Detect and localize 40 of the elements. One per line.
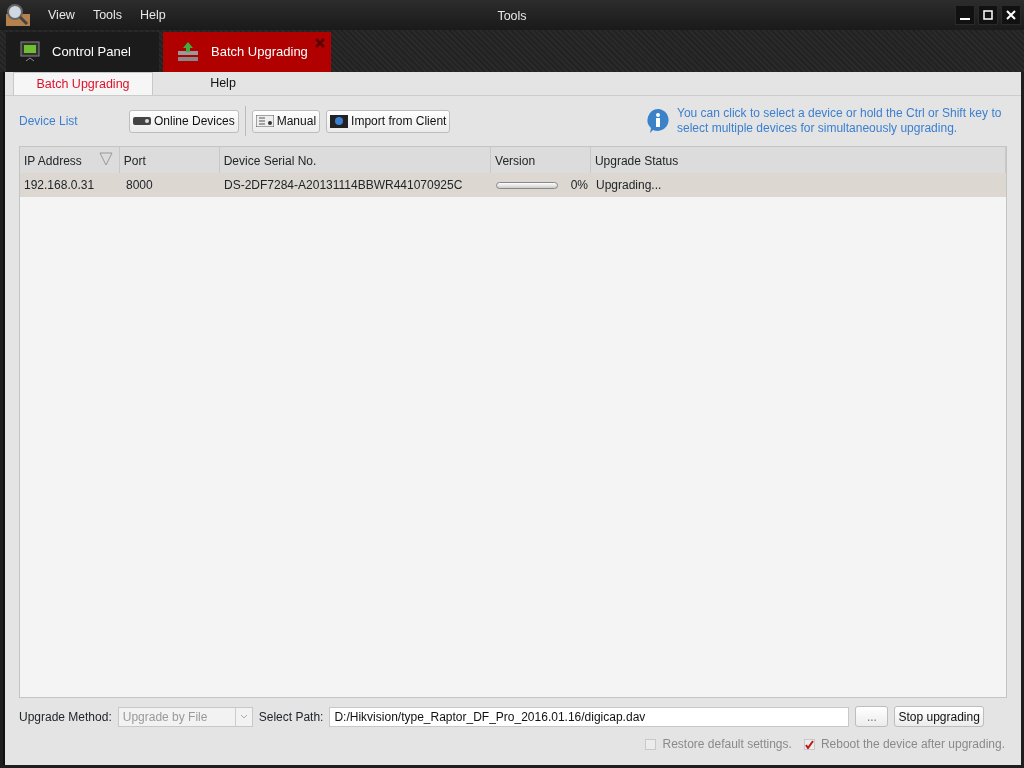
menu-item[interactable]: Tools (83, 5, 132, 25)
checkbox-label: Restore default settings. (662, 736, 792, 753)
app-tab[interactable]: Control Panel (6, 32, 159, 72)
path-field[interactable]: D:/Hikvision/type_Raptor_DF_Pro_2016.01.16/digicap.dav (329, 706, 850, 727)
device-form-icon (255, 115, 274, 127)
close-button[interactable] (1001, 5, 1021, 25)
maximize-icon (983, 10, 993, 20)
sub-tab[interactable]: Help (153, 72, 293, 95)
browse-button[interactable]: ... (855, 706, 889, 727)
app-tab[interactable]: Batch Upgrading (163, 32, 331, 72)
stop-upgrading-button[interactable]: Stop upgrading (894, 706, 984, 727)
chevron-icon (239, 714, 248, 721)
toolbar-button[interactable]: Online Devices (129, 109, 239, 133)
device-icon (133, 116, 151, 126)
info-icon (645, 108, 671, 134)
server-upload-icon (177, 41, 199, 63)
monitor-icon (20, 41, 40, 63)
maximize-button[interactable] (978, 5, 998, 25)
hint-text: You can click to select a device or hold the Ctrl or Shift key to select multiple devices for simultaneously upgrading. (677, 106, 1003, 136)
upgrade-method-label: Upgrade Method: (19, 708, 112, 726)
checkbox-label: Reboot the device after upgrading. (820, 736, 1005, 753)
minimize-button[interactable] (955, 5, 975, 25)
toolbox-icon (3, 2, 33, 28)
window-title: Tools (497, 8, 527, 25)
menu-item[interactable]: View (39, 5, 84, 25)
camera-icon (330, 114, 349, 128)
table-cell-text: 8000 (125, 177, 154, 194)
device-list-label: Device List (19, 113, 79, 130)
select-path-label: Select Path: (258, 708, 324, 726)
sub-tab[interactable]: Batch Upgrading (13, 72, 153, 95)
minimize-icon (960, 18, 970, 20)
table-cell-text: Upgrading... (595, 177, 663, 194)
toolbar-button[interactable]: Import from Client (326, 109, 451, 133)
toolbar-button[interactable]: Manual (251, 109, 321, 133)
menu-item[interactable]: Help (131, 5, 175, 25)
close-icon (1006, 10, 1016, 20)
table-row[interactable]: 192.168.0.31 8000 DS-2DF7284-A20131114BBWR441070925C 0% Upgrading... (20, 173, 1006, 197)
table-cell-text: DS-2DF7284-A20131114BBWR441070925C (223, 177, 464, 194)
table-cell-text: 192.168.0.31 (23, 177, 96, 194)
progress-percent: 0% (570, 177, 588, 194)
